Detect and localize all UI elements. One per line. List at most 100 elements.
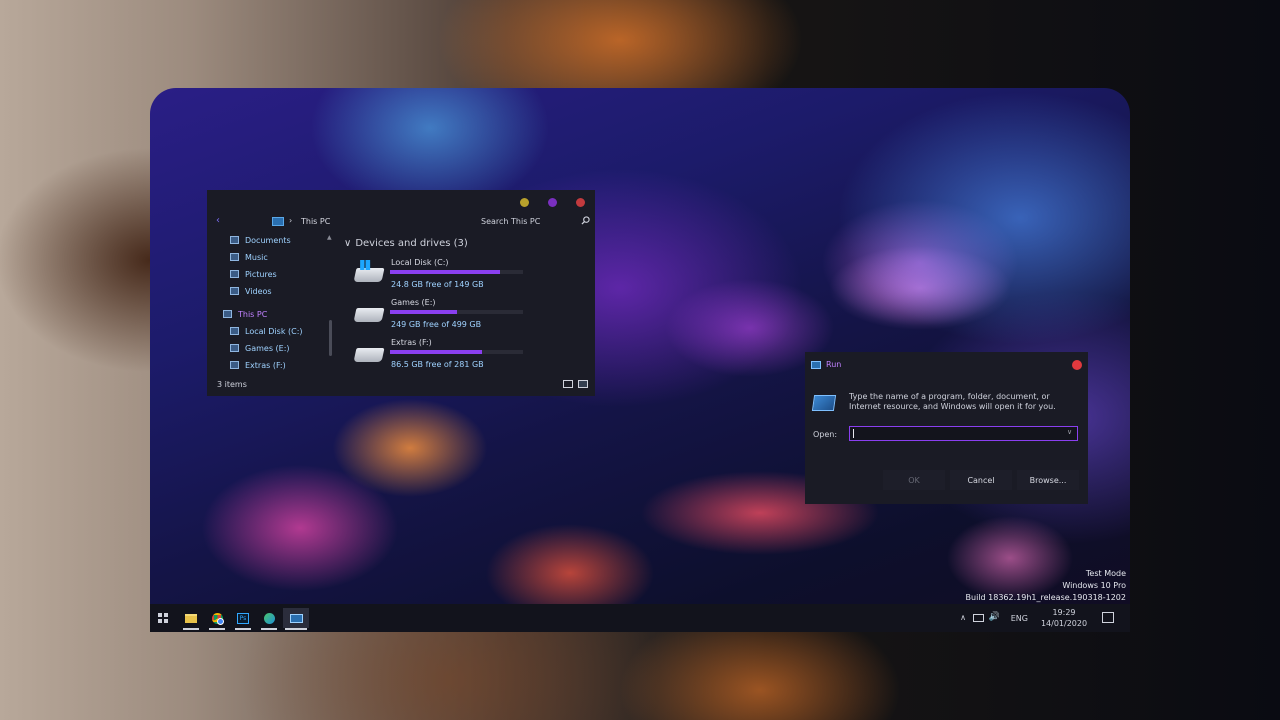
sidebar-item-extras-f[interactable]: Extras (F:)	[230, 359, 286, 371]
maximize-button[interactable]	[548, 198, 557, 207]
sidebar-item-local-disk-c[interactable]: Local Disk (C:)	[230, 325, 303, 337]
sidebar-item-documents[interactable]: Documents	[230, 234, 291, 246]
run-description: Type the name of a program, folder, docu…	[849, 392, 1056, 411]
file-explorer-window[interactable]: ‹ › This PC Search This PC Documents Mus…	[207, 190, 595, 396]
drive-free-space: 249 GB free of 499 GB	[391, 320, 482, 329]
taskbar: Ps ∧ 🔊 ENG 19:29 14/01/2020	[150, 604, 1130, 632]
volume-icon[interactable]: 🔊	[989, 612, 1000, 622]
drive-icon	[230, 361, 239, 369]
drive-usage-fill	[390, 350, 482, 354]
drive-tile-e[interactable]: Games (E:) 249 GB free of 499 GB	[352, 298, 532, 334]
minimize-button[interactable]	[520, 198, 529, 207]
drive-icon	[353, 348, 385, 362]
drive-tile-f[interactable]: Extras (F:) 86.5 GB free of 281 GB	[352, 338, 532, 374]
back-arrow-icon[interactable]: ‹	[216, 216, 220, 226]
sidebar-item-label: This PC	[238, 309, 268, 319]
taskbar-photoshop[interactable]: Ps	[233, 608, 253, 630]
taskbar-edge[interactable]	[259, 608, 279, 630]
drive-usage-bar	[390, 350, 523, 354]
drive-name: Extras (F:)	[391, 338, 432, 347]
run-program-icon	[811, 395, 837, 411]
notification-center-icon[interactable]	[1102, 612, 1114, 623]
watermark-line: Windows 10 Pro	[1062, 581, 1126, 590]
network-icon[interactable]	[973, 614, 984, 622]
sidebar-item-label: Extras (F:)	[245, 360, 286, 370]
clock[interactable]: 19:29 14/01/2020	[1038, 607, 1090, 629]
windows-drive-icon	[353, 268, 385, 282]
chevron-right-icon: ›	[289, 216, 293, 225]
group-title: Devices and drives (3)	[355, 238, 468, 249]
drive-free-space: 86.5 GB free of 281 GB	[391, 360, 484, 369]
sidebar-item-label: Pictures	[245, 269, 277, 279]
sidebar-item-videos[interactable]: Videos	[230, 285, 272, 297]
search-icon[interactable]	[581, 216, 590, 225]
sidebar-item-pictures[interactable]: Pictures	[230, 268, 277, 280]
text-caret	[853, 429, 854, 438]
drive-icon	[353, 308, 385, 322]
close-button[interactable]	[576, 198, 585, 207]
ok-button[interactable]: OK	[883, 470, 945, 490]
this-pc-icon	[272, 217, 284, 226]
close-button[interactable]	[1072, 360, 1082, 370]
taskbar-file-explorer[interactable]	[181, 608, 201, 630]
pictures-icon	[230, 270, 239, 278]
sidebar-item-label: Music	[245, 252, 268, 262]
start-menu-icon[interactable]	[158, 613, 168, 623]
dialog-title: Run	[826, 360, 842, 369]
test-mode-watermark: Test Mode Windows 10 Pro Build 18362.19h…	[966, 568, 1126, 604]
open-label: Open:	[813, 430, 838, 439]
chevron-up-icon[interactable]: ▲	[327, 234, 332, 241]
large-icons-view-icon[interactable]	[578, 380, 588, 388]
run-icon	[811, 360, 821, 369]
watermark-line: Build 18362.19h1_release.190318-1202	[965, 593, 1126, 602]
system-tray: ∧ 🔊 ENG 19:29 14/01/2020	[934, 604, 1114, 632]
drive-usage-bar	[390, 270, 523, 274]
file-explorer-icon	[185, 613, 197, 623]
cancel-button[interactable]: Cancel	[950, 470, 1012, 490]
browse-button[interactable]: Browse...	[1017, 470, 1079, 490]
sidebar-item-label: Local Disk (C:)	[245, 326, 303, 336]
watermark-line: Test Mode	[1085, 569, 1126, 578]
drive-icon	[230, 344, 239, 352]
taskbar-run[interactable]	[283, 608, 309, 630]
sidebar-item-label: Videos	[245, 286, 272, 296]
drive-tile-c[interactable]: Local Disk (C:) 24.8 GB free of 149 GB	[352, 258, 532, 294]
run-dialog[interactable]: Run Type the name of a program, folder, …	[805, 352, 1088, 504]
videos-icon	[230, 287, 239, 295]
documents-icon	[230, 236, 239, 244]
music-icon	[230, 253, 239, 261]
clock-date: 14/01/2020	[1040, 619, 1088, 628]
this-pc-icon	[223, 310, 232, 318]
language-indicator[interactable]: ENG	[1011, 614, 1028, 623]
drive-name: Games (E:)	[391, 298, 436, 307]
scrollbar-thumb[interactable]	[329, 320, 332, 356]
window-controls	[520, 198, 585, 207]
group-header[interactable]: ∨ Devices and drives (3)	[344, 238, 468, 249]
open-input[interactable]	[849, 426, 1078, 441]
drive-name: Local Disk (C:)	[391, 258, 449, 267]
photoshop-icon: Ps	[237, 612, 249, 624]
chevron-down-icon[interactable]: ∨	[1067, 428, 1072, 436]
address-bar: ‹ › This PC Search This PC	[215, 216, 595, 228]
chrome-icon	[211, 612, 224, 625]
item-count: 3 items	[217, 380, 247, 389]
drive-usage-bar	[390, 310, 523, 314]
clock-time: 19:29	[1052, 608, 1076, 617]
breadcrumb[interactable]: This PC	[301, 217, 330, 226]
chevron-down-icon: ∨	[344, 238, 352, 249]
sidebar-item-this-pc[interactable]: This PC	[223, 308, 267, 320]
details-view-icon[interactable]	[563, 380, 573, 388]
sidebar-item-games-e[interactable]: Games (E:)	[230, 342, 290, 354]
taskbar-chrome[interactable]	[207, 608, 227, 630]
run-icon	[289, 613, 303, 623]
drive-usage-fill	[390, 270, 501, 274]
sidebar-item-music[interactable]: Music	[230, 251, 268, 263]
sidebar-item-label: Games (E:)	[245, 343, 290, 353]
title-bar: Run	[811, 360, 841, 369]
edge-icon	[263, 612, 275, 624]
search-input[interactable]: Search This PC	[481, 217, 540, 226]
drive-icon	[230, 327, 239, 335]
sidebar-item-label: Documents	[245, 235, 291, 245]
chevron-up-icon[interactable]: ∧	[960, 613, 966, 622]
drive-free-space: 24.8 GB free of 149 GB	[391, 280, 484, 289]
